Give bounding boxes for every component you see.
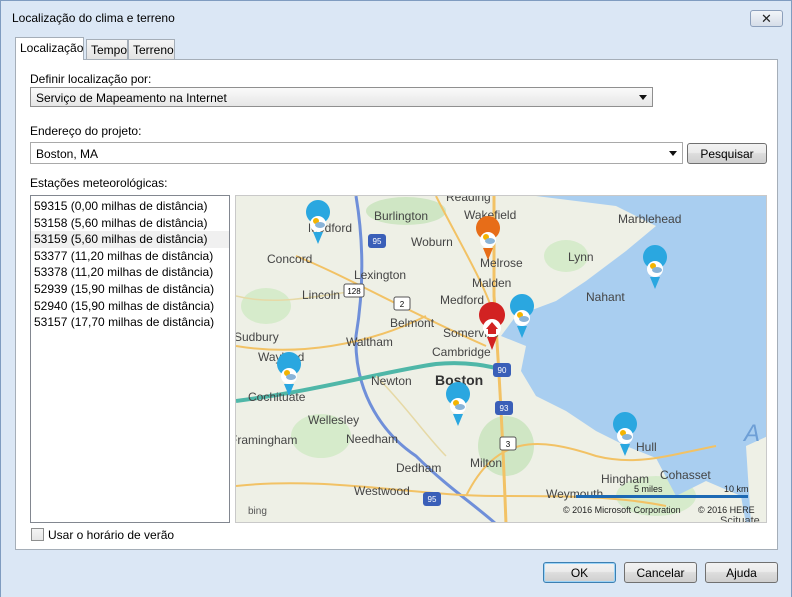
place-label: Weymouth xyxy=(546,487,603,501)
place-label: Scituate xyxy=(720,515,760,523)
place-label: Concord xyxy=(267,252,312,266)
svg-text:10 km: 10 km xyxy=(724,484,749,494)
route-shield: 93 xyxy=(495,401,513,415)
ok-button[interactable]: OK xyxy=(543,562,616,583)
title-bar: Localização do clima e terreno ✕ xyxy=(1,1,791,31)
svg-text:95: 95 xyxy=(373,237,382,246)
list-item[interactable]: 53158 (5,60 milhas de distância) xyxy=(31,215,229,232)
chevron-down-icon xyxy=(669,151,677,156)
list-item[interactable]: 53377 (11,20 milhas de distância) xyxy=(31,248,229,265)
route-shield: 128 xyxy=(343,283,365,298)
stations-list[interactable]: 59315 (0,00 milhas de distância) 53158 (… xyxy=(30,195,230,523)
place-label: Wellesley xyxy=(308,413,359,427)
bing-logo: bing xyxy=(248,506,267,517)
place-label: Newton xyxy=(371,374,412,388)
route-shield: 90 xyxy=(493,363,511,377)
cancel-button-label: Cancelar xyxy=(636,565,685,580)
tab-label: Localização xyxy=(20,41,84,55)
address-combo[interactable]: Boston, MA xyxy=(30,142,683,164)
address-label: Endereço do projeto: xyxy=(30,124,142,138)
list-item[interactable]: 53378 (11,20 milhas de distância) xyxy=(31,264,229,281)
tab-tempo[interactable]: Tempo xyxy=(86,39,128,59)
svg-text:95: 95 xyxy=(428,495,437,504)
place-label: Framingham xyxy=(236,433,297,447)
tab-localizacao[interactable]: Localização xyxy=(15,37,84,60)
address-value: Boston, MA xyxy=(36,147,99,161)
list-item[interactable]: 53157 (17,70 milhas de distância) xyxy=(31,314,229,331)
stations-label: Estações meteorológicas: xyxy=(30,176,168,190)
search-button[interactable]: Pesquisar xyxy=(687,143,767,164)
svg-text:93: 93 xyxy=(500,404,509,413)
help-button[interactable]: Ajuda xyxy=(705,562,778,583)
search-button-label: Pesquisar xyxy=(700,146,754,161)
place-label: Marblehead xyxy=(618,212,681,226)
ok-button-label: OK xyxy=(570,565,589,580)
list-item[interactable]: 53159 (5,60 milhas de distância) xyxy=(31,231,229,248)
place-label: Cohasset xyxy=(660,468,711,482)
place-label: Belmont xyxy=(390,316,435,330)
list-item[interactable]: 52939 (15,90 milhas de distância) xyxy=(31,281,229,298)
place-label: Lynn xyxy=(568,250,594,264)
chevron-down-icon xyxy=(639,95,647,100)
place-label: Cochituate xyxy=(248,390,306,404)
place-label: Melrose xyxy=(480,256,523,270)
place-label: Reading xyxy=(446,196,491,204)
route-shield: 2 xyxy=(393,296,411,311)
place-label: Lincoln xyxy=(302,288,340,302)
place-label: Sudbury xyxy=(236,330,279,344)
svg-text:5 miles: 5 miles xyxy=(634,484,663,494)
route-shield: 95 xyxy=(423,492,441,506)
svg-text:2: 2 xyxy=(400,300,405,309)
place-label: Woburn xyxy=(411,235,453,249)
route-shield: 95 xyxy=(368,234,386,248)
define-location-select[interactable]: Serviço de Mapeamento na Internet xyxy=(30,87,653,107)
place-label: Medford xyxy=(440,293,484,307)
place-label: Needham xyxy=(346,432,398,446)
dst-checkbox[interactable] xyxy=(31,528,44,541)
tab-terreno[interactable]: Terreno xyxy=(128,39,175,59)
map-view[interactable]: 95 128 2 90 93 3 95 Medford Burlington W… xyxy=(235,195,767,523)
list-item[interactable]: 59315 (0,00 milhas de distância) xyxy=(31,198,229,215)
place-label: Dedham xyxy=(396,461,441,475)
dialog-window: Localização do clima e terreno ✕ Tempo T… xyxy=(0,0,792,597)
cancel-button[interactable]: Cancelar xyxy=(624,562,697,583)
place-label: Westwood xyxy=(354,484,410,498)
help-button-label: Ajuda xyxy=(726,565,757,580)
place-label: Cambridge xyxy=(432,345,491,359)
list-item[interactable]: 52940 (15,90 milhas de distância) xyxy=(31,298,229,315)
define-location-label: Definir localização por: xyxy=(30,72,152,86)
place-label: Nahant xyxy=(586,290,625,304)
svg-text:3: 3 xyxy=(506,440,511,449)
close-button[interactable]: ✕ xyxy=(750,10,783,27)
tab-label: Terreno xyxy=(133,43,174,57)
close-icon: ✕ xyxy=(761,11,772,26)
map-corner-label: A xyxy=(742,420,760,447)
place-label: Burlington xyxy=(374,209,428,223)
svg-text:128: 128 xyxy=(347,287,361,296)
map-copyright: © 2016 HERE xyxy=(698,505,755,515)
define-location-value: Serviço de Mapeamento na Internet xyxy=(36,91,227,105)
window-title: Localização do clima e terreno xyxy=(12,11,175,25)
place-label: Lexington xyxy=(354,268,406,282)
place-label: Malden xyxy=(472,276,511,290)
tab-label: Tempo xyxy=(91,43,128,57)
place-label: Milton xyxy=(470,456,502,470)
dst-label: Usar o horário de verão xyxy=(48,528,175,542)
map-copyright: © 2016 Microsoft Corporation xyxy=(563,505,681,515)
map-canvas[interactable]: 95 128 2 90 93 3 95 Medford Burlington W… xyxy=(236,196,767,523)
svg-text:90: 90 xyxy=(498,366,507,375)
place-label: Hull xyxy=(636,440,657,454)
route-shield: 3 xyxy=(499,436,517,451)
place-label: Waltham xyxy=(346,335,393,349)
